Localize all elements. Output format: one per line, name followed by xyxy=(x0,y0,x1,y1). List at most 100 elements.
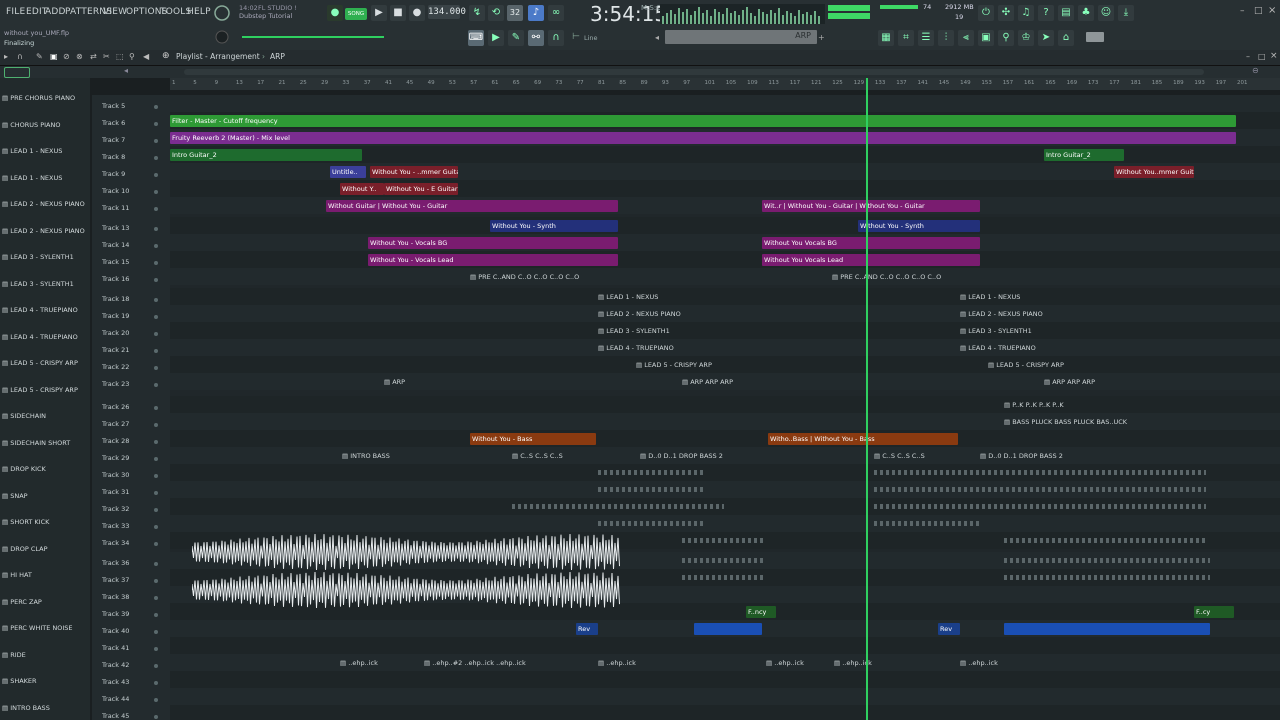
track-lane[interactable] xyxy=(170,654,1280,671)
pattern-picker-item[interactable]: ▤ SIDECHAIN xyxy=(2,410,86,422)
playlist-clip[interactable]: Without You - E Guitar xyxy=(384,183,458,195)
track-name[interactable]: Track 28 xyxy=(102,437,129,445)
prev-pattern-icon[interactable]: ◂ xyxy=(655,33,659,42)
playlist-clip[interactable]: Fruity Reeverb 2 (Master) - Mix level xyxy=(170,132,1236,144)
pattern-clip-label[interactable]: ▤ D..0 D..1 DROP BASS 2 xyxy=(640,450,723,462)
track-name[interactable]: Track 42 xyxy=(102,661,129,669)
playlist-clip[interactable]: Filter - Master - Cutoff frequency xyxy=(170,115,1236,127)
track-lane[interactable] xyxy=(170,322,1280,339)
play-pattern-icon[interactable]: ▶ xyxy=(488,30,504,46)
pattern-picker-item[interactable]: ▤ LEAD 3 - SYLENTH1 xyxy=(2,278,86,290)
playlist-close-icon[interactable]: × xyxy=(1270,51,1278,61)
slice-icon[interactable]: ✂ xyxy=(103,52,110,61)
track-name[interactable]: Track 18 xyxy=(102,295,129,303)
draw-tool-icon[interactable]: ✎ xyxy=(508,30,524,46)
playlist-clip[interactable]: Without Y.. xyxy=(340,183,384,195)
track-name[interactable]: Track 6 xyxy=(102,119,125,127)
zoom-icon[interactable]: ⚲ xyxy=(129,52,135,61)
track-mute-icon[interactable] xyxy=(154,315,158,319)
pattern-picker-item[interactable]: ▤ PRE CHORUS PIANO xyxy=(2,92,86,104)
pattern-clip-label[interactable]: ▤ LEAD 3 - SYLENTH1 xyxy=(598,325,670,337)
drum-pattern-block[interactable] xyxy=(874,504,1206,509)
track-lane[interactable] xyxy=(170,95,1280,112)
track-name[interactable]: Track 16 xyxy=(102,275,129,283)
pattern-picker-item[interactable]: ▤ RIDE xyxy=(2,649,86,661)
keyboard-icon[interactable]: ⌨ xyxy=(468,30,484,46)
track-lane[interactable] xyxy=(170,671,1280,688)
drum-pattern-block[interactable] xyxy=(1004,575,1210,580)
track-name[interactable]: Track 8 xyxy=(102,153,125,161)
track-mute-icon[interactable] xyxy=(154,508,158,512)
drum-pattern-block[interactable] xyxy=(598,487,704,492)
wait-for-input-icon[interactable]: ⟲ xyxy=(488,5,504,21)
horizontal-scrollbar[interactable] xyxy=(184,69,1204,75)
pattern-clip-label[interactable]: ▤ LEAD 5 - CRISPY ARP xyxy=(988,359,1064,371)
audio-waveform-clip[interactable] xyxy=(192,533,620,609)
pattern-clip-label[interactable]: ▤ LEAD 1 - NEXUS xyxy=(598,291,658,303)
track-name[interactable]: Track 34 xyxy=(102,539,129,547)
playlist-clip[interactable] xyxy=(694,623,762,635)
pattern-clip-label[interactable]: ▤ ARP ARP ARP xyxy=(1044,376,1095,388)
pattern-clip-label[interactable]: ▤ LEAD 4 - TRUEPIANO xyxy=(598,342,674,354)
track-name[interactable]: Track 23 xyxy=(102,380,129,388)
track-mute-icon[interactable] xyxy=(154,298,158,302)
track-mute-icon[interactable] xyxy=(154,715,158,719)
playlist-clip[interactable]: Untitle.. xyxy=(330,166,366,178)
track-mute-icon[interactable] xyxy=(154,542,158,546)
track-mute-icon[interactable] xyxy=(154,596,158,600)
track-mute-icon[interactable] xyxy=(154,244,158,248)
track-mute-icon[interactable] xyxy=(154,261,158,265)
track-lane[interactable] xyxy=(170,430,1280,447)
pattern-clip-label[interactable]: ▤ ARP ARP ARP xyxy=(682,376,733,388)
track-mute-icon[interactable] xyxy=(154,139,158,143)
track-name[interactable]: Track 22 xyxy=(102,363,129,371)
plugin-icon[interactable]: ♣ xyxy=(1078,5,1094,21)
playlist-clip[interactable]: Without You - Synth xyxy=(858,220,980,232)
menu-view[interactable]: VIEW xyxy=(103,7,127,17)
pattern-picker-item[interactable]: ▤ PERC ZAP xyxy=(2,596,86,608)
select-icon[interactable]: ⬚ xyxy=(116,52,124,61)
drum-pattern-block[interactable] xyxy=(1004,558,1210,563)
menu-add[interactable]: ADD xyxy=(45,7,66,17)
track-mute-icon[interactable] xyxy=(154,332,158,336)
playlist-clip[interactable]: Without Guitar | Without You - Guitar xyxy=(326,200,618,212)
snap-mode[interactable]: Line xyxy=(584,34,598,42)
track-mute-icon[interactable] xyxy=(154,406,158,410)
track-mute-icon[interactable] xyxy=(154,681,158,685)
channel-rack-icon[interactable]: ☰ xyxy=(918,30,934,46)
zoom-out-icon[interactable]: ⊖ xyxy=(1252,66,1259,75)
playlist-menu-icon[interactable]: ▸ xyxy=(4,52,8,61)
track-mute-icon[interactable] xyxy=(154,366,158,370)
pattern-picker-item[interactable]: ▤ LEAD 1 - NEXUS xyxy=(2,172,86,184)
track-lane[interactable] xyxy=(170,288,1280,305)
pattern-picker-item[interactable]: ▤ PERC WHITE NOISE xyxy=(2,622,86,634)
track-name[interactable]: Track 21 xyxy=(102,346,129,354)
pattern-clip-label[interactable]: ▤ PRE C..AND C..O C..O C..O C..O xyxy=(832,271,941,283)
drum-pattern-block[interactable] xyxy=(512,504,724,509)
track-name[interactable]: Track 36 xyxy=(102,559,129,567)
track-lane[interactable] xyxy=(170,637,1280,654)
track-mute-icon[interactable] xyxy=(154,105,158,109)
snap-magnet-icon[interactable]: ∩ xyxy=(17,52,23,61)
plugin-database-icon[interactable]: ⚲ xyxy=(998,30,1014,46)
drum-pattern-block[interactable] xyxy=(682,575,764,580)
step-edit-button[interactable]: 32 xyxy=(507,5,523,21)
track-name[interactable]: Track 44 xyxy=(102,695,129,703)
drum-pattern-block[interactable] xyxy=(598,521,704,526)
playback-icon[interactable]: ◀ xyxy=(143,52,149,61)
pattern-picker-item[interactable]: ▤ LEAD 5 - CRISPY ARP xyxy=(2,357,86,369)
pattern-picker-item[interactable]: ▤ DROP CLAP xyxy=(2,543,86,555)
playlist-clip[interactable] xyxy=(1004,623,1210,635)
microphone-icon[interactable]: ♫ xyxy=(1018,5,1034,21)
menu-file[interactable]: FILE xyxy=(6,7,25,17)
playlist-clip[interactable]: Witho..Bass | Without You - Bass xyxy=(768,433,958,445)
drum-pattern-block[interactable] xyxy=(874,521,980,526)
scroll-left-icon[interactable]: ◂ xyxy=(124,66,128,75)
track-lane[interactable] xyxy=(170,515,1280,532)
playlist-clip[interactable]: Without You - Vocals Lead xyxy=(368,254,618,266)
track-lane[interactable] xyxy=(170,396,1280,413)
blend-notes-icon[interactable]: ♪ xyxy=(528,5,544,21)
pattern-clip-label[interactable]: ▤ D..0 D..1 DROP BASS 2 xyxy=(980,450,1063,462)
pattern-selector[interactable]: ARP xyxy=(665,30,817,44)
mute-icon[interactable]: ⊗ xyxy=(76,52,83,61)
